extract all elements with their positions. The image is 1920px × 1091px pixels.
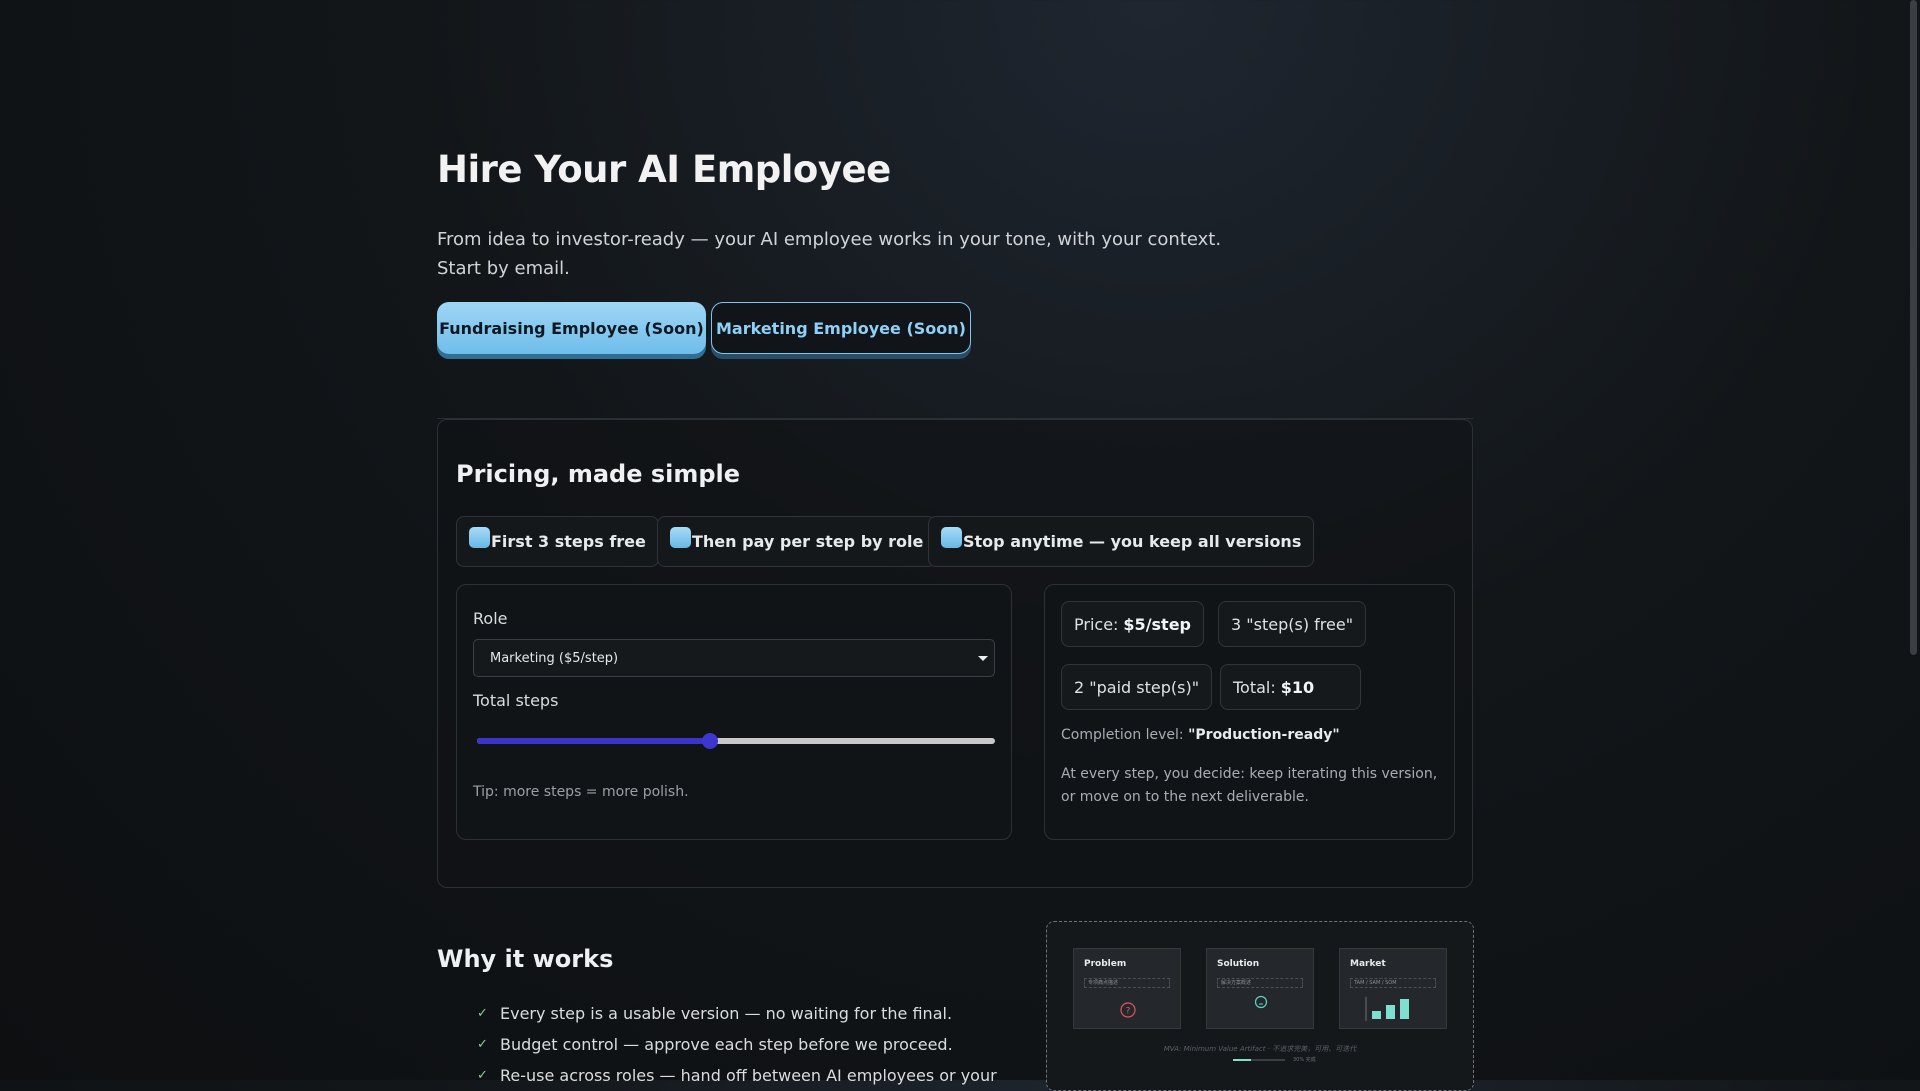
price-value: $5/step [1123,614,1192,634]
card-input: 专项痛点描述 [1084,978,1170,988]
step-decision-note: At every step, you decide: keep iteratin… [1061,766,1438,805]
total-label: Total: [1233,677,1276,697]
total-stat: Total: $10 [1220,664,1361,710]
paid-steps-stat: 2 "paid step(s)" [1061,664,1213,710]
tip-text: Tip: more steps = more polish. [473,784,689,800]
page-scrollbar[interactable] [1910,0,1917,655]
chip-square-icon [941,527,962,548]
slider-fill [477,738,711,744]
role-label: Role [473,609,508,628]
why-it-works-title: Why it works [437,945,614,973]
svg-text:?: ? [1126,1007,1131,1017]
role-select[interactable]: Marketing ($5/step) [473,639,995,677]
bar-chart-icon [1365,997,1409,1021]
lightbulb-icon [1254,995,1268,1009]
check-icon: ✓ [477,1068,488,1083]
completion-value: "Production-ready" [1188,727,1340,743]
list-item-text: Re-use across roles — hand off between A… [500,1066,997,1085]
chip-pay-per-step: Then pay per step by role [657,516,937,567]
check-icon: ✓ [477,1037,488,1052]
total-steps-slider[interactable] [477,733,995,749]
card-input: TAM / SAM / SOM [1350,978,1436,988]
paid-steps-text: 2 "paid step(s)" [1074,677,1200,697]
completion-level: Completion level: "Production-ready" [1061,727,1340,743]
preview-caption: MVA: Minimum Value Artifact · 不追求完美，可用、可… [1163,1045,1357,1053]
total-value: $10 [1280,677,1315,697]
chip-free-steps: First 3 steps free [456,516,659,567]
page-title: Hire Your AI Employee [437,148,891,191]
subtitle-line-2: Start by email. [437,258,570,279]
hero-subtitle: From idea to investor-ready — your AI em… [437,225,1257,283]
list-item-text: Every step is a usable version — no wait… [500,1004,953,1023]
fundraising-employee-button[interactable]: Fundraising Employee (Soon) [437,302,706,354]
card-title: Problem [1084,959,1127,969]
marketing-employee-button[interactable]: Marketing Employee (Soon) [711,302,971,354]
preview-card-problem: Problem 专项痛点描述 ? [1073,948,1181,1029]
chip-label: Stop anytime — you keep all versions [963,532,1302,551]
preview-card-solution: Solution 解决方案概述 [1206,948,1314,1029]
price-label: Price: [1074,614,1119,634]
chip-label: Then pay per step by role [692,532,924,551]
list-item-text: Budget control — approve each step befor… [500,1035,953,1054]
card-title: Solution [1217,959,1260,969]
subtitle-line-1: From idea to investor-ready — your AI em… [437,229,1222,250]
card-title: Market [1350,959,1386,969]
chevron-down-icon [978,656,988,661]
pricing-section: Pricing, made simple First 3 steps free … [437,419,1473,888]
list-item: ✓ Budget control — approve each step befo… [477,1029,997,1060]
preview-progress-bar [1233,1059,1285,1061]
pricing-summary-panel: Price: $5/step 3 "step(s) free" 2 "paid s… [1044,584,1455,840]
chip-stop-anytime: Stop anytime — you keep all versions [928,516,1315,567]
chip-square-icon [469,527,490,548]
price-stat: Price: $5/step [1061,601,1205,647]
total-steps-label: Total steps [473,691,559,710]
progress-fill [1233,1059,1252,1061]
chip-label: First 3 steps free [491,532,646,551]
free-steps-text: 3 "step(s) free" [1231,614,1354,634]
role-select-value: Marketing ($5/step) [490,650,619,666]
preview-card-market: Market TAM / SAM / SOM [1339,948,1447,1029]
mva-preview: Problem 专项痛点描述 ? Solution 解决方案概述 Market … [1046,921,1474,1091]
pricing-controls-panel: Role Marketing ($5/step) Total steps Tip… [456,584,1012,840]
completion-label: Completion level: [1061,727,1184,743]
pricing-title: Pricing, made simple [456,460,741,488]
question-icon: ? [1120,1002,1136,1018]
card-input: 解决方案概述 [1217,978,1303,988]
slider-thumb[interactable] [702,733,719,749]
chip-square-icon [670,527,691,548]
progress-label: 30% 完成 [1293,1057,1316,1063]
check-icon: ✓ [477,1006,488,1021]
benefits-list: ✓ Every step is a usable version — no wai… [477,998,997,1091]
list-item: ✓ Every step is a usable version — no wai… [477,998,997,1029]
free-steps-stat: 3 "step(s) free" [1218,601,1367,647]
list-item: ✓ Re-use across roles — hand off between … [477,1060,997,1091]
